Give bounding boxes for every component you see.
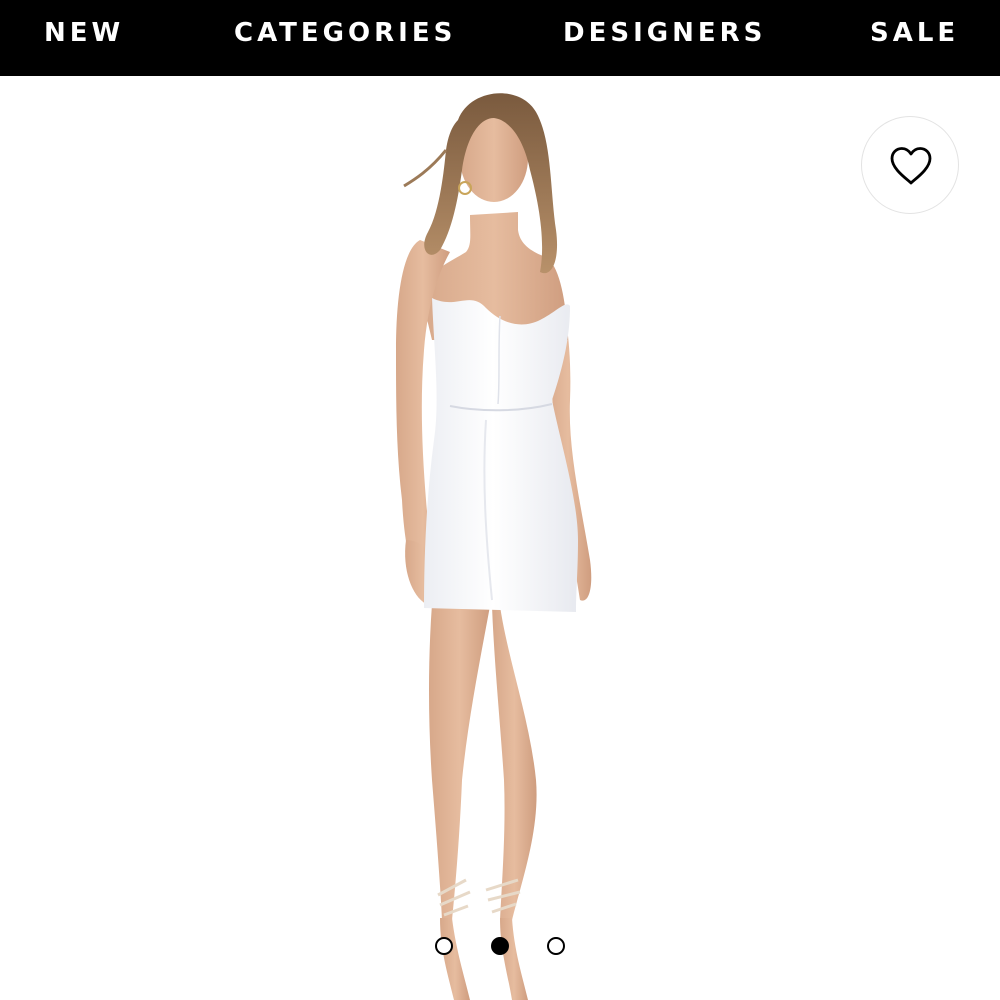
wishlist-button[interactable] (861, 116, 959, 214)
carousel-dot-1[interactable] (435, 937, 453, 955)
nav-item-categories[interactable]: CATEGORIES (234, 18, 456, 48)
nav-item-sale[interactable]: SALE (870, 18, 959, 48)
nav-item-new[interactable]: NEW (44, 18, 124, 48)
product-page: NEW CATEGORIES DESIGNERS SALE (0, 0, 1000, 1000)
top-navigation: NEW CATEGORIES DESIGNERS SALE (0, 0, 1000, 76)
carousel-dot-3[interactable] (547, 937, 565, 955)
nav-item-designers[interactable]: DESIGNERS (563, 18, 766, 48)
heart-outline-icon (890, 147, 932, 185)
carousel-indicators (0, 936, 1000, 956)
product-image[interactable] (0, 76, 1000, 1000)
carousel-dot-2-active[interactable] (491, 937, 509, 955)
